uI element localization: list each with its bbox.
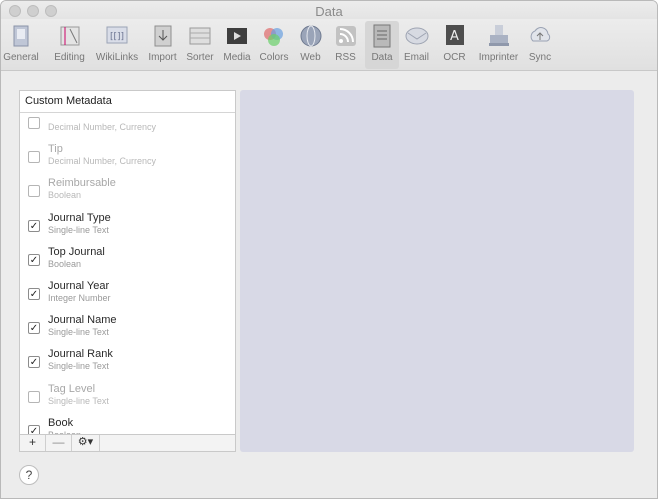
- sync-icon: [527, 23, 553, 49]
- metadata-item-type: Integer Number: [48, 293, 111, 303]
- metadata-checkbox[interactable]: ✓: [28, 288, 40, 300]
- metadata-item[interactable]: Tip Decimal Number, Currency: [20, 135, 235, 169]
- metadata-detail-area: [240, 90, 634, 452]
- preferences-window: Data General Editing [[]] WikiLinks Import So…: [0, 0, 658, 499]
- metadata-checkbox[interactable]: [28, 117, 40, 129]
- title-bar: Data: [1, 1, 657, 21]
- add-metadata-button[interactable]: +: [20, 435, 46, 451]
- custom-metadata-panel: Custom Metadata Decimal Number, Currency…: [19, 90, 236, 435]
- metadata-item-name: Journal Name: [48, 314, 117, 327]
- wikilinks-icon: [[]]: [104, 23, 130, 49]
- toolbar-item-rss[interactable]: RSS: [329, 21, 362, 69]
- toolbar-item-sync[interactable]: Sync: [523, 21, 557, 69]
- toolbar-item-label: OCR: [443, 52, 466, 63]
- metadata-checkbox[interactable]: ✓: [28, 322, 40, 335]
- metadata-item[interactable]: Decimal Number, Currency: [20, 113, 235, 135]
- metadata-item-name: Journal Year: [48, 280, 110, 292]
- toolbar-item-label: Colors: [259, 52, 289, 63]
- help-button[interactable]: ?: [19, 465, 39, 485]
- data-pane: Custom Metadata Decimal Number, Currency…: [1, 72, 657, 498]
- svg-text:A: A: [450, 29, 459, 44]
- metadata-item-name: Reimbursable: [48, 177, 116, 190]
- metadata-item-name: Journal Rank: [48, 348, 113, 361]
- email-icon: [404, 23, 430, 49]
- sorter-icon: [187, 23, 213, 49]
- metadata-checkbox[interactable]: [28, 185, 40, 198]
- toolbar-item-label: WikiLinks: [95, 52, 139, 63]
- toolbar-item-sorter[interactable]: Sorter: [182, 21, 218, 69]
- metadata-checkbox[interactable]: [28, 151, 40, 164]
- data-icon: [369, 23, 395, 49]
- metadata-item-type: Decimal Number, Currency: [48, 122, 157, 132]
- rss-icon: [333, 23, 359, 49]
- list-controls: + — ⚙▾: [19, 435, 236, 452]
- custom-metadata-header: Custom Metadata: [20, 91, 235, 113]
- toolbar-item-editing[interactable]: Editing: [50, 21, 89, 69]
- toolbar-item-label: General: [3, 52, 39, 63]
- metadata-item-name: Book: [48, 416, 74, 429]
- metadata-checkbox[interactable]: ✓: [28, 424, 40, 434]
- ocr-icon: A: [442, 23, 468, 49]
- metadata-item-name: Top Journal: [48, 245, 105, 258]
- general-icon: [8, 23, 34, 49]
- metadata-item-type: Boolean: [48, 430, 81, 434]
- metadata-item-type: Boolean: [48, 258, 82, 269]
- remove-metadata-button[interactable]: —: [46, 435, 72, 451]
- metadata-item[interactable]: ✓ Journal Rank Single-line Text: [20, 340, 235, 374]
- metadata-item-type: Decimal Number, Currency: [48, 156, 157, 167]
- colors-icon: [261, 23, 287, 49]
- imprinter-icon: [486, 23, 512, 49]
- toolbar-item-label: Sorter: [186, 52, 214, 63]
- metadata-item[interactable]: ✓ Journal Name Single-line Text: [20, 306, 235, 340]
- toolbar-item-import[interactable]: Import: [144, 21, 181, 69]
- metadata-item-name: Journal Type: [48, 211, 111, 224]
- preferences-toolbar: General Editing [[]] WikiLinks Import Sorter M…: [1, 19, 657, 71]
- svg-text:[[]]: [[]]: [110, 32, 124, 42]
- toolbar-item-label: Editing: [54, 52, 85, 63]
- metadata-item[interactable]: Tag Level Single-line Text: [20, 375, 235, 409]
- toolbar-item-email[interactable]: Email: [399, 21, 434, 69]
- toolbar-item-wikilinks[interactable]: [[]] WikiLinks: [92, 21, 142, 69]
- metadata-item-type: Single-line Text: [48, 224, 109, 235]
- import-icon: [150, 23, 176, 49]
- metadata-item[interactable]: Reimbursable Boolean: [20, 169, 235, 203]
- metadata-item[interactable]: ✓ Top Journal Boolean: [20, 238, 235, 272]
- editing-icon: [57, 23, 83, 49]
- toolbar-item-label: Data: [371, 52, 393, 63]
- media-icon: [224, 23, 250, 49]
- metadata-checkbox[interactable]: ✓: [28, 219, 40, 232]
- web-icon: [298, 23, 324, 49]
- metadata-item-name: Tip: [48, 143, 63, 156]
- toolbar-item-label: Sync: [528, 52, 552, 63]
- toolbar-item-imprinter[interactable]: Imprinter: [473, 21, 524, 69]
- toolbar-item-label: Media: [223, 52, 251, 63]
- metadata-item-type: Single-line Text: [48, 395, 109, 406]
- metadata-checkbox[interactable]: ✓: [28, 356, 40, 369]
- metadata-item[interactable]: ✓ BookBoolean: [20, 409, 235, 434]
- custom-metadata-list[interactable]: Decimal Number, Currency Tip Decimal Numbe…: [20, 113, 235, 434]
- toolbar-item-label: Email: [403, 52, 429, 63]
- toolbar-item-label: Web: [300, 52, 321, 63]
- action-menu-button[interactable]: ⚙▾: [72, 435, 100, 451]
- metadata-checkbox[interactable]: [28, 390, 40, 403]
- window-title: Data: [315, 4, 343, 19]
- metadata-item-name: Tag Level: [48, 382, 96, 395]
- toolbar-item-web[interactable]: Web: [294, 21, 327, 69]
- toolbar-item-ocr[interactable]: A OCR: [438, 21, 471, 69]
- toolbar-item-colors[interactable]: Colors: [255, 21, 293, 69]
- toolbar-item-media[interactable]: Media: [220, 21, 254, 69]
- metadata-item[interactable]: ✓ Journal Year Integer Number: [20, 272, 235, 306]
- metadata-item-type: Single-line Text: [48, 327, 109, 338]
- metadata-item[interactable]: ✓ Journal Type Single-line Text: [20, 204, 235, 238]
- metadata-item-type: Single-line Text: [48, 361, 109, 372]
- metadata-checkbox[interactable]: ✓: [28, 253, 40, 266]
- toolbar-item-label: Imprinter: [478, 52, 519, 63]
- toolbar-item-data[interactable]: Data: [365, 21, 399, 69]
- toolbar-item-label: Import: [148, 52, 177, 63]
- toolbar-item-label: RSS: [335, 52, 356, 63]
- toolbar-item-general[interactable]: General: [3, 21, 39, 69]
- metadata-item-type: Boolean: [48, 190, 82, 201]
